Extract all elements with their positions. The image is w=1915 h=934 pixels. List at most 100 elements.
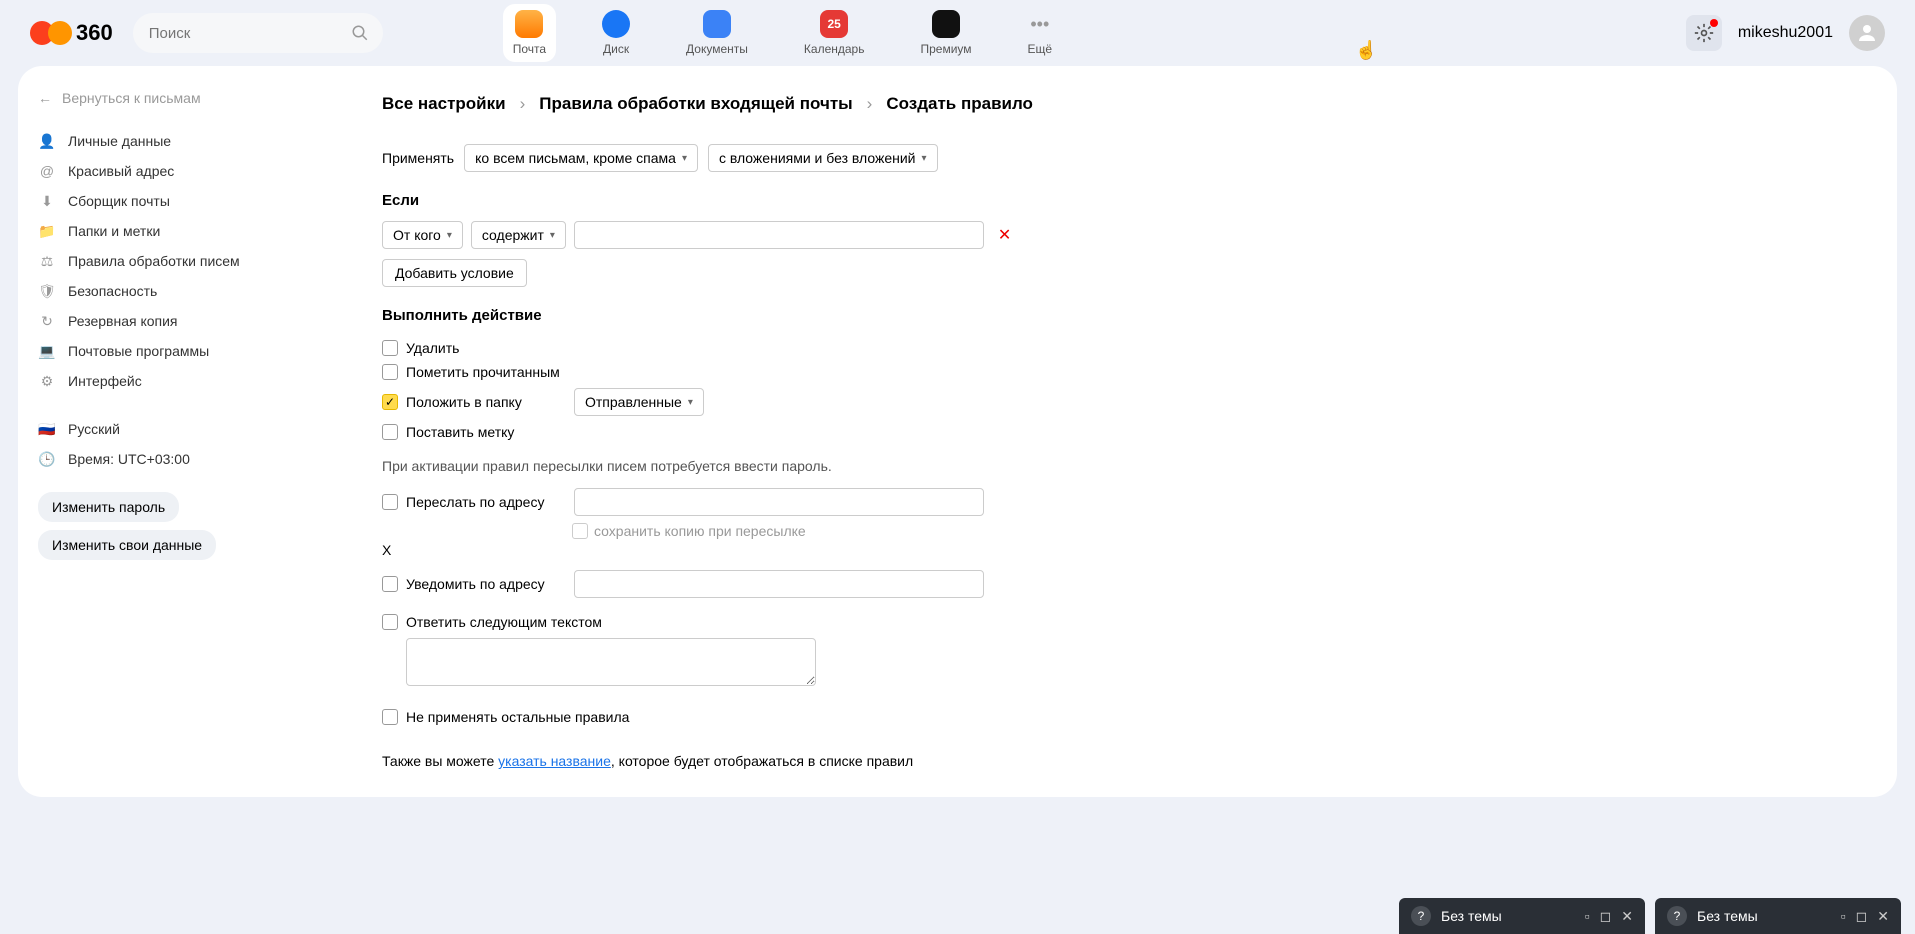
maximize-icon[interactable]: ◻: [1856, 908, 1868, 925]
nav-app-documents[interactable]: Документы: [676, 4, 758, 62]
sidebar-item-address[interactable]: @Красивый адрес: [38, 156, 326, 186]
breadcrumb-all[interactable]: Все настройки: [382, 94, 506, 114]
nav-apps: Почта Диск Документы 25 Календарь Премиу…: [503, 4, 1062, 62]
forward-address-input[interactable]: [574, 488, 984, 516]
if-title: Если: [382, 192, 1861, 209]
chevron-down-icon: ▾: [550, 230, 555, 241]
checkbox-skip-rest[interactable]: [382, 709, 398, 725]
header-right: mikeshu2001: [1686, 15, 1885, 51]
folder-icon: 📁: [38, 222, 56, 240]
nav-app-calendar[interactable]: 25 Календарь: [794, 4, 875, 62]
avatar[interactable]: [1849, 15, 1885, 51]
chevron-down-icon: ▾: [682, 153, 687, 164]
calendar-icon: 25: [820, 10, 848, 38]
sidebar-item-rules[interactable]: ⚖Правила обработки писем: [38, 246, 326, 276]
remove-condition-button[interactable]: ✕: [998, 225, 1011, 245]
cond-field-select[interactable]: От кого▾: [382, 221, 463, 249]
folder-select[interactable]: Отправленные▾: [574, 388, 704, 416]
close-icon[interactable]: ✕: [1877, 908, 1889, 925]
checkbox-forward[interactable]: [382, 494, 398, 510]
breadcrumb-rules[interactable]: Правила обработки входящей почты: [539, 94, 852, 114]
nav-app-disk[interactable]: Диск: [592, 4, 640, 62]
mail-icon: [515, 10, 543, 38]
set-name-link[interactable]: указать название: [498, 753, 611, 769]
search-icon[interactable]: [351, 24, 369, 45]
search-box: [133, 13, 383, 53]
gear-icon: [1694, 23, 1714, 43]
sidebar-item-interface[interactable]: ⚙Интерфейс: [38, 366, 326, 396]
reply-text-input[interactable]: [406, 638, 816, 686]
name-hint: Также вы можете указать название, которо…: [382, 753, 1861, 769]
chevron-down-icon: ▾: [688, 397, 693, 408]
shield-icon: 🛡: [38, 282, 56, 300]
sidebar-item-personal[interactable]: 👤Личные данные: [38, 126, 326, 156]
add-condition-button[interactable]: Добавить условие: [382, 259, 527, 287]
at-icon: @: [38, 162, 56, 180]
dots-icon: •••: [1030, 10, 1049, 38]
rules-icon: ⚖: [38, 252, 56, 270]
checkbox-read[interactable]: [382, 364, 398, 380]
checkbox-label[interactable]: [382, 424, 398, 440]
checkbox-keep-copy[interactable]: [572, 523, 588, 539]
checkbox-folder[interactable]: [382, 394, 398, 410]
clock-icon: 🕒: [38, 450, 56, 468]
documents-icon: [703, 10, 731, 38]
chevron-down-icon: ▾: [447, 230, 452, 241]
user-icon: 👤: [38, 132, 56, 150]
checkbox-delete[interactable]: [382, 340, 398, 356]
sidebar: ← Вернуться к письмам 👤Личные данные @Кр…: [18, 66, 346, 797]
sidebar-item-collector[interactable]: ⬇Сборщик почты: [38, 186, 326, 216]
nav-app-more[interactable]: ••• Ещё: [1018, 4, 1063, 62]
checkbox-reply[interactable]: [382, 614, 398, 630]
sidebar-item-clients[interactable]: 💻Почтовые программы: [38, 336, 326, 366]
nav-app-premium[interactable]: Премиум: [910, 4, 981, 62]
chevron-down-icon: ▾: [922, 153, 927, 164]
disk-icon: [602, 10, 630, 38]
question-icon: ?: [1667, 906, 1687, 926]
settings-button[interactable]: [1686, 15, 1722, 51]
sidebar-item-folders[interactable]: 📁Папки и метки: [38, 216, 326, 246]
cond-value-input[interactable]: [574, 221, 984, 249]
premium-icon: [932, 10, 960, 38]
backup-icon: ↻: [38, 312, 56, 330]
sliders-icon: ⚙: [38, 372, 56, 390]
breadcrumb-create: Создать правило: [886, 94, 1033, 114]
logo[interactable]: 360: [30, 20, 113, 46]
sidebar-item-security[interactable]: 🛡Безопасность: [38, 276, 326, 306]
sidebar-item-backup[interactable]: ↻Резервная копия: [38, 306, 326, 336]
change-password-button[interactable]: Изменить пароль: [38, 492, 179, 522]
apply-select-2[interactable]: с вложениями и без вложений▾: [708, 144, 938, 172]
minimize-icon[interactable]: ▫: [1585, 908, 1590, 924]
inbox-icon: ⬇: [38, 192, 56, 210]
content: Все настройки › Правила обработки входящ…: [346, 66, 1897, 797]
breadcrumb: Все настройки › Правила обработки входящ…: [382, 94, 1861, 114]
flag-icon: 🇷🇺: [38, 420, 56, 438]
question-icon: ?: [1411, 906, 1431, 926]
sidebar-item-time[interactable]: 🕒Время: UTC+03:00: [38, 444, 326, 474]
chevron-right-icon: ›: [520, 94, 526, 114]
username[interactable]: mikeshu2001: [1738, 24, 1833, 42]
tray-item-1[interactable]: ? Без темы ▫ ◻ ✕: [1399, 898, 1645, 934]
change-data-button[interactable]: Изменить свои данные: [38, 530, 216, 560]
chevron-right-icon: ›: [867, 94, 873, 114]
apply-select-1[interactable]: ко всем письмам, кроме спама▾: [464, 144, 698, 172]
apply-label: Применять: [382, 150, 454, 166]
checkbox-notify[interactable]: [382, 576, 398, 592]
notify-address-input[interactable]: [574, 570, 984, 598]
tray-item-2[interactable]: ? Без темы ▫ ◻ ✕: [1655, 898, 1901, 934]
nav-app-mail[interactable]: Почта: [503, 4, 556, 62]
sidebar-item-lang[interactable]: 🇷🇺Русский: [38, 414, 326, 444]
minimize-icon[interactable]: ▫: [1841, 908, 1846, 924]
logo-icon: [30, 21, 72, 45]
search-input[interactable]: [133, 13, 383, 53]
password-note: При активации правил пересылки писем пот…: [382, 458, 1861, 474]
maximize-icon[interactable]: ◻: [1600, 908, 1612, 925]
action-title: Выполнить действие: [382, 307, 1861, 324]
cond-op-select[interactable]: содержит▾: [471, 221, 566, 249]
arrow-left-icon: ←: [38, 90, 52, 106]
tray: ? Без темы ▫ ◻ ✕ ? Без темы ▫ ◻ ✕: [1399, 898, 1901, 934]
logo-text: 360: [76, 20, 113, 46]
close-icon[interactable]: ✕: [1621, 908, 1633, 925]
back-link[interactable]: ← Вернуться к письмам: [38, 90, 326, 106]
device-icon: 💻: [38, 342, 56, 360]
